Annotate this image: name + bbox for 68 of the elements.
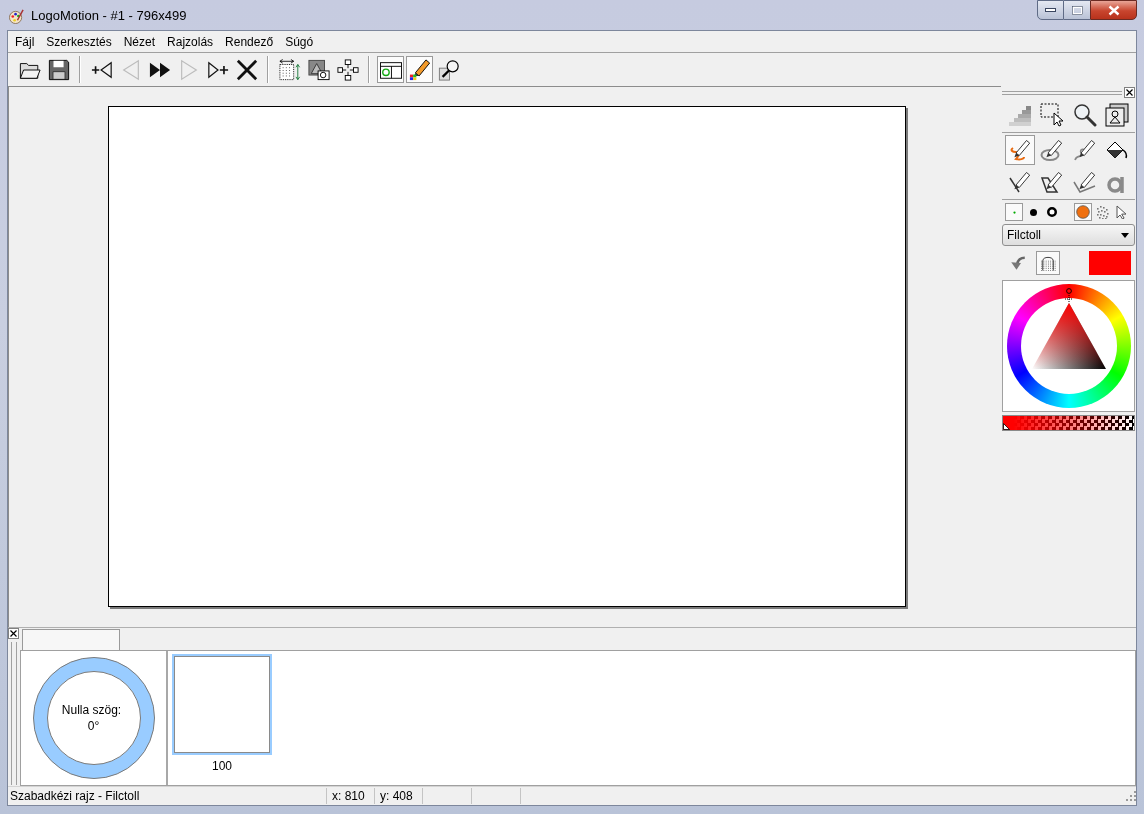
menu-item[interactable]: Rendező [219, 32, 280, 51]
toolbar-button[interactable] [406, 56, 433, 83]
brush-dropdown[interactable]: Filctoll [1002, 224, 1135, 246]
selection-cursor-icon [1040, 103, 1065, 127]
pencil-palette-icon [408, 58, 431, 81]
angle-label: Nulla szög: [61, 702, 122, 718]
toolbar-button[interactable] [276, 56, 303, 83]
pencil-curve-icon [1072, 138, 1097, 162]
steps-icon [1008, 103, 1032, 127]
pencil-line-icon [1008, 170, 1032, 194]
toolbar-button[interactable] [334, 56, 361, 83]
hue-marker-icon[interactable] [1064, 288, 1073, 302]
brush-mode-button[interactable] [1074, 203, 1092, 221]
close-icon [10, 630, 17, 637]
menu-item[interactable]: Rajzolás [161, 32, 220, 51]
close-icon [1107, 4, 1120, 16]
close-button[interactable] [1090, 0, 1137, 20]
grid-resize-icon [278, 58, 301, 81]
search-icon [1072, 103, 1097, 127]
palette-icon [9, 8, 24, 24]
curved-arrow-icon [1009, 254, 1027, 272]
picture-frame-icon [1104, 103, 1129, 127]
status-pane: x: 810 [326, 788, 374, 804]
cursor-icon [1114, 205, 1128, 219]
status-message: Szabadkézi rajz - Filctoll [9, 788, 141, 805]
four-squares-cross-icon [336, 58, 359, 81]
pattern-button[interactable] [1036, 251, 1060, 275]
menu-item[interactable]: Nézet [117, 32, 162, 51]
magnifier-document-icon [437, 58, 460, 81]
color-swatch[interactable] [1089, 251, 1131, 275]
tool-button[interactable] [1005, 135, 1035, 165]
slider-thumb[interactable] [1003, 423, 1010, 430]
toolbar-button[interactable] [377, 56, 404, 83]
cross-icon [235, 58, 258, 81]
menu-item[interactable]: Súgó [279, 32, 320, 51]
pencil-scribble-icon [1008, 138, 1032, 162]
ring-dot-icon [1047, 207, 1057, 217]
panel-close-button[interactable] [8, 628, 19, 639]
close-icon [1126, 89, 1133, 96]
menu-item[interactable]: Szerkesztés [40, 32, 118, 51]
angle-value: 0° [87, 718, 100, 734]
maximize-button[interactable] [1064, 0, 1090, 20]
window-title: LogoMotion - #1 - 796x499 [31, 8, 187, 24]
dot-small-icon [1012, 210, 1016, 214]
frame-thumbnail[interactable] [172, 654, 272, 755]
pencil-ellipse-icon [1040, 138, 1065, 162]
maximize-icon [1071, 5, 1083, 15]
frame-label: 100 [212, 758, 232, 774]
dotted-arch-icon [1039, 254, 1057, 272]
alpha-slider[interactable] [1002, 415, 1135, 431]
caret-icon [1121, 232, 1129, 238]
dot-icon [1029, 208, 1037, 216]
pencil-polygon-icon [1040, 170, 1065, 194]
menu-item[interactable]: Fájl [9, 32, 41, 51]
angle-dial[interactable]: Nulla szög: 0° [32, 657, 155, 779]
resize-grip-icon [1126, 791, 1136, 801]
minimize-button[interactable] [1037, 0, 1064, 20]
status-pane: y: 408 [374, 788, 422, 804]
color-triangle[interactable] [1031, 303, 1106, 369]
picture-triangle-icon [307, 58, 330, 81]
hue-ring[interactable] [1006, 284, 1131, 408]
panel-close-button[interactable] [1124, 87, 1135, 98]
filled-circle-icon [1076, 205, 1090, 219]
minimize-icon [1045, 8, 1056, 12]
panel-grip[interactable] [1002, 90, 1122, 95]
spray-icon [1095, 205, 1109, 219]
panel-grip[interactable] [11, 642, 17, 785]
pencil-polyline-icon [1072, 170, 1097, 194]
